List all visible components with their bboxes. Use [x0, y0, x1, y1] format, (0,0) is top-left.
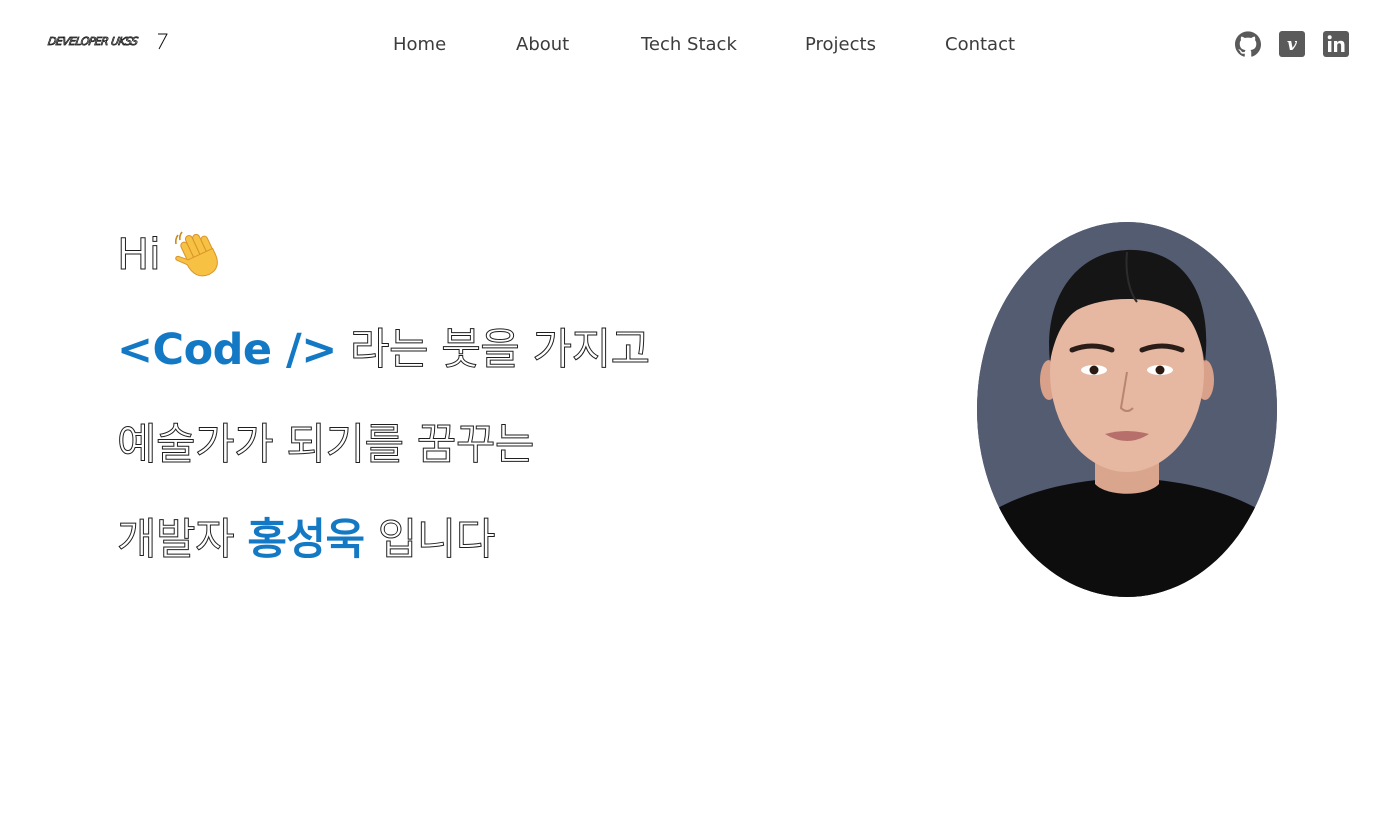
artist-text: 예술가가 되기를 꿈꾸는 — [117, 420, 535, 471]
nav-tech-stack[interactable]: Tech Stack — [641, 31, 737, 59]
main-nav: Home About Tech Stack Projects Contact — [0, 31, 1394, 59]
hero-line-artist: 예술가가 되기를 꿈꾸는 — [117, 419, 535, 471]
developer-prefix-text: 개발자 — [116, 515, 248, 566]
developer-suffix-text: 입니다 — [364, 515, 496, 566]
portfolio-page: DEVELOPER UKSS Home About Tech Stack Pro… — [0, 0, 1394, 830]
nav-contact[interactable]: Contact — [945, 31, 1015, 59]
profile-portrait-illustration — [977, 222, 1277, 597]
nav-projects[interactable]: Projects — [805, 31, 876, 59]
hero-line-code: <Code /> 라는 붓을 가지고 — [117, 324, 651, 376]
linkedin-icon — [1323, 31, 1349, 57]
greeting-text: Hi — [116, 230, 161, 281]
velog-icon: v — [1279, 31, 1305, 57]
nav-about[interactable]: About — [516, 31, 569, 59]
hero-greeting: Hi — [116, 229, 226, 281]
hero-line-name: 개발자 홍성욱 입니다 — [116, 514, 496, 566]
developer-name: 홍성욱 — [247, 515, 365, 565]
linkedin-link[interactable] — [1323, 31, 1349, 57]
github-icon — [1235, 31, 1261, 57]
code-accent-text: <Code /> — [117, 325, 337, 375]
nav-home[interactable]: Home — [393, 31, 446, 59]
svg-text:v: v — [1287, 35, 1298, 55]
velog-link[interactable]: v — [1279, 31, 1305, 57]
profile-photo — [977, 222, 1277, 597]
brush-text: 라는 붓을 가지고 — [336, 325, 650, 376]
github-link[interactable] — [1235, 31, 1261, 57]
waving-hand-icon — [175, 231, 219, 276]
